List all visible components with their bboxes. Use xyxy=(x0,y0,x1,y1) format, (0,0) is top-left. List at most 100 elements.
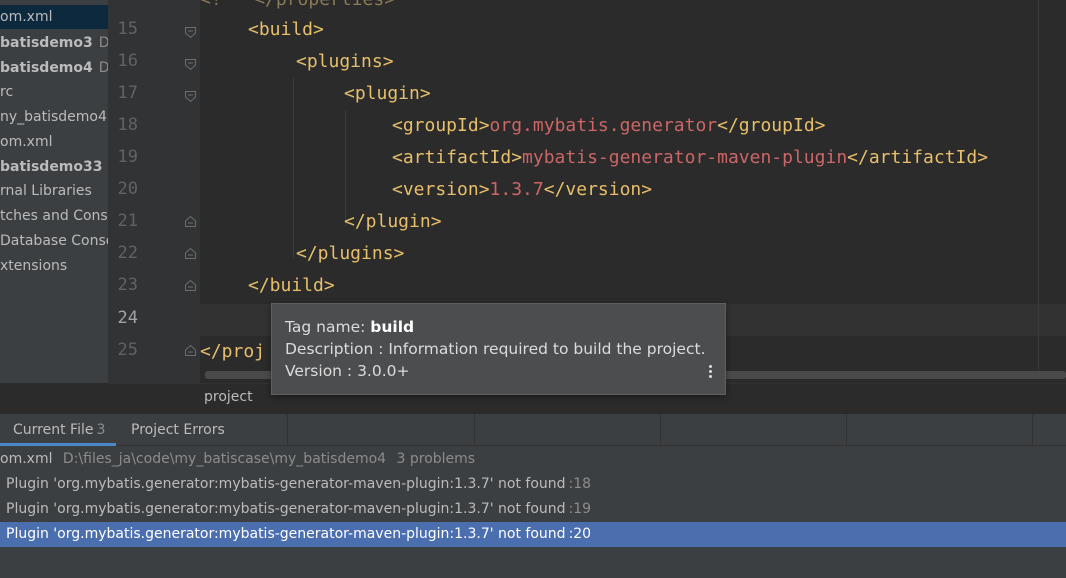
tooltip-tag-line: Tag name: build xyxy=(285,316,713,338)
tab-divider xyxy=(846,414,847,446)
problem-message: Plugin 'org.mybatis.generator:mybatis-ge… xyxy=(6,501,566,517)
tree-item-label: om.xml xyxy=(0,9,53,25)
code-line: </plugins> xyxy=(296,238,404,270)
problems-list: om.xml D:\files_ja\code\my_batiscase\my_… xyxy=(0,446,1066,578)
tab-label: Project Errors xyxy=(131,422,225,438)
line-number: 15 xyxy=(117,19,138,39)
tab-count: 3 xyxy=(96,422,106,438)
tab-divider xyxy=(474,414,475,446)
code-tag: <plugin> xyxy=(344,83,431,104)
tree-item-external-libraries[interactable]: rnal Libraries xyxy=(0,179,92,203)
code-line: <artifactId>mybatis-generator-maven-plug… xyxy=(392,142,988,174)
fold-end-marker-icon[interactable] xyxy=(184,247,197,260)
line-number: 16 xyxy=(117,51,138,71)
tree-item-label: tches and Conso xyxy=(0,208,108,224)
code-line: <version>1.3.7</version> xyxy=(392,174,652,206)
breadcrumb-item-project[interactable]: project xyxy=(204,389,253,405)
fold-marker-icon[interactable] xyxy=(184,58,197,71)
code-tag: <artifactId> xyxy=(392,147,523,168)
problem-message: Plugin 'org.mybatis.generator:mybatis-ge… xyxy=(6,526,566,542)
line-number: 22 xyxy=(117,243,138,263)
code-line: <groupId>org.mybatis.generator</groupId> xyxy=(392,110,826,142)
fold-end-marker-icon[interactable] xyxy=(184,279,197,292)
tree-item-module[interactable]: batisdemo3 D:\ xyxy=(0,31,108,55)
code-value: org.mybatis.generator xyxy=(489,115,718,136)
tab-divider xyxy=(287,414,288,446)
line-number: 19 xyxy=(117,147,138,167)
indent-guide xyxy=(293,78,294,258)
problem-item[interactable]: Plugin 'org.mybatis.generator:mybatis-ge… xyxy=(0,472,1066,497)
problem-file-path: D:\files_ja\code\my_batiscase\my_batisde… xyxy=(62,451,387,467)
tab-label: Current File xyxy=(13,422,94,438)
tree-item-module[interactable]: batisdemo4 D:\ xyxy=(0,56,108,80)
tree-item-extensions[interactable]: xtensions xyxy=(0,254,67,278)
problem-file-row[interactable]: om.xml D:\files_ja\code\my_batiscase\my_… xyxy=(0,447,1066,472)
code-tag: <version> xyxy=(392,179,490,200)
tree-item-label: xtensions xyxy=(0,258,68,274)
problem-item[interactable]: Plugin 'org.mybatis.generator:mybatis-ge… xyxy=(0,497,1066,522)
fold-marker-icon[interactable] xyxy=(184,90,197,103)
problem-file-name: om.xml xyxy=(0,451,53,467)
line-number: 20 xyxy=(117,179,138,199)
problem-file-count: 3 problems xyxy=(396,451,476,467)
tab-divider xyxy=(660,414,661,446)
line-number-current: 24 xyxy=(117,308,138,328)
more-vertical-icon[interactable] xyxy=(709,365,713,380)
tree-item-label: batisdemo3 xyxy=(0,35,93,51)
tree-item-label: rc xyxy=(0,84,14,100)
code-tag: </groupId> xyxy=(717,115,826,136)
code-value: mybatis-generator-maven-plugin xyxy=(522,147,848,168)
tab-divider xyxy=(1032,414,1033,446)
code-line: </plugin> xyxy=(344,206,442,238)
tree-item-label: om.xml xyxy=(0,134,53,150)
documentation-tooltip: Tag name: build Description : Informatio… xyxy=(271,303,726,395)
tree-item-module[interactable]: batisdemo33D xyxy=(0,155,108,179)
problems-tab-bar: Current File 3 Project Errors xyxy=(0,414,1066,446)
problem-line: :20 xyxy=(568,526,592,542)
code-line: </build> xyxy=(248,270,335,302)
tree-item-label: ny_batisdemo4.in xyxy=(0,109,108,125)
code-tag: </proj xyxy=(200,341,266,362)
code-line: </proj xyxy=(200,336,265,368)
tab-current-file[interactable]: Current File 3 xyxy=(0,414,116,446)
tooltip-version: Version : 3.0.0+ xyxy=(285,362,410,380)
tree-item-label: Database Console xyxy=(0,233,108,249)
tree-item-path: D:\ xyxy=(98,60,108,76)
code-tag: <plugins> xyxy=(296,51,394,72)
code-value: 1.3.7 xyxy=(489,179,544,200)
fold-marker-icon[interactable] xyxy=(184,26,197,39)
tree-item-pom-xml-selected[interactable]: om.xml xyxy=(0,5,108,29)
tree-item-file[interactable]: om.xml xyxy=(0,130,52,154)
problem-item-selected[interactable]: Plugin 'org.mybatis.generator:mybatis-ge… xyxy=(0,522,1066,547)
problem-line: :18 xyxy=(568,476,592,492)
line-number: 23 xyxy=(117,275,138,295)
code-tag: </build> xyxy=(248,275,335,296)
tab-project-errors[interactable]: Project Errors xyxy=(131,414,225,446)
code-tag: </artifactId> xyxy=(847,147,989,168)
tree-item-database-console[interactable]: Database Console xyxy=(0,229,108,253)
tree-item-label: rnal Libraries xyxy=(0,183,92,199)
code-tag: </version> xyxy=(543,179,653,200)
code-line: <plugin> xyxy=(344,78,431,110)
fold-end-marker-icon[interactable] xyxy=(184,344,197,357)
tree-item-label: batisdemo33 xyxy=(0,159,103,175)
code-tag: </plugins> xyxy=(296,243,405,264)
line-number: 25 xyxy=(117,340,138,360)
tree-item-folder[interactable]: rc xyxy=(0,80,13,104)
code-line: <plugins> xyxy=(296,46,394,78)
right-margin-guide xyxy=(1038,0,1039,371)
line-number: 18 xyxy=(117,115,138,135)
code-line: <build> xyxy=(248,14,324,46)
tree-item-scratches[interactable]: tches and Conso xyxy=(0,204,108,228)
problem-line: :19 xyxy=(568,501,592,517)
tooltip-tag-value: build xyxy=(370,318,415,336)
tree-item-file[interactable]: ny_batisdemo4.in xyxy=(0,105,108,129)
code-tag: <groupId> xyxy=(392,115,490,136)
tree-item-label: batisdemo4 xyxy=(0,60,93,76)
tooltip-description: Description : Information required to bu… xyxy=(285,340,706,358)
project-tree: om.xml batisdemo3 D:\ batisdemo4 D:\ rc ny… xyxy=(0,0,108,383)
code-tag: </plugin> xyxy=(344,211,442,232)
code-text: </properties> xyxy=(254,0,395,10)
problem-message: Plugin 'org.mybatis.generator:mybatis-ge… xyxy=(6,476,566,492)
fold-end-marker-icon[interactable] xyxy=(184,215,197,228)
